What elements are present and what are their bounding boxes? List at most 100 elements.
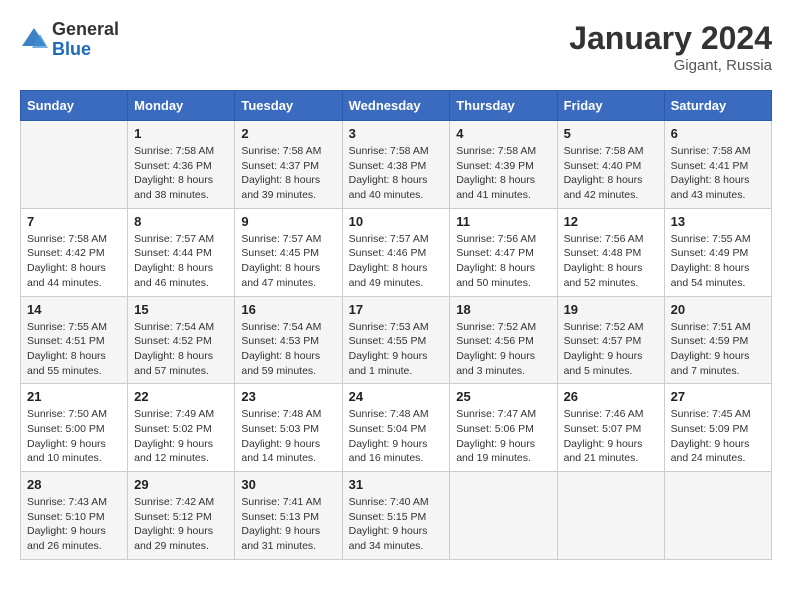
calendar-cell: 31Sunrise: 7:40 AMSunset: 5:15 PMDayligh… — [342, 472, 450, 560]
day-number: 28 — [27, 477, 121, 492]
calendar-cell: 25Sunrise: 7:47 AMSunset: 5:06 PMDayligh… — [450, 384, 557, 472]
day-number: 4 — [456, 126, 550, 141]
day-number: 24 — [349, 389, 444, 404]
day-number: 18 — [456, 302, 550, 317]
weekday-header-sunday: Sunday — [21, 91, 128, 121]
day-number: 23 — [241, 389, 335, 404]
day-info: Sunrise: 7:58 AMSunset: 4:39 PMDaylight:… — [456, 144, 550, 203]
day-number: 8 — [134, 214, 228, 229]
day-number: 12 — [564, 214, 658, 229]
calendar-cell: 17 Sunrise: 7:53 AMSunset: 4:55 PMDayligh… — [342, 296, 450, 384]
day-info: Sunrise: 7:58 AMSunset: 4:38 PMDaylight:… — [349, 144, 444, 203]
calendar-cell: 3 Sunrise: 7:58 AMSunset: 4:38 PMDaylight… — [342, 121, 450, 209]
weekday-header-wednesday: Wednesday — [342, 91, 450, 121]
day-info: Sunrise: 7:54 AMSunset: 4:53 PMDaylight:… — [241, 320, 335, 379]
calendar-cell: 6 Sunrise: 7:58 AMSunset: 4:41 PMDaylight… — [664, 121, 771, 209]
day-info: Sunrise: 7:56 AMSunset: 4:48 PMDaylight:… — [564, 232, 658, 291]
day-info: Sunrise: 7:46 AMSunset: 5:07 PMDaylight:… — [564, 407, 658, 466]
calendar-cell — [664, 472, 771, 560]
day-number: 9 — [241, 214, 335, 229]
calendar-cell — [450, 472, 557, 560]
title-block: January 2024 Gigant, Russia — [569, 20, 772, 74]
calendar-cell: 4 Sunrise: 7:58 AMSunset: 4:39 PMDaylight… — [450, 121, 557, 209]
day-number: 26 — [564, 389, 658, 404]
calendar-cell: 12 Sunrise: 7:56 AMSunset: 4:48 PMDayligh… — [557, 208, 664, 296]
day-info: Sunrise: 7:52 AMSunset: 4:57 PMDaylight:… — [564, 320, 658, 379]
header: General Blue January 2024 Gigant, Russia — [20, 20, 772, 74]
logo-icon — [20, 26, 48, 54]
day-info: Sunrise: 7:58 AMSunset: 4:36 PMDaylight:… — [134, 144, 228, 203]
calendar-container: General Blue January 2024 Gigant, Russia… — [0, 0, 792, 570]
day-info: Sunrise: 7:41 AMSunset: 5:13 PMDaylight:… — [241, 495, 335, 554]
day-info: Sunrise: 7:48 AMSunset: 5:04 PMDaylight:… — [349, 407, 444, 466]
calendar-week-row: 21 Sunrise: 7:50 AMSunset: 5:00 PMDayligh… — [21, 384, 772, 472]
day-info: Sunrise: 7:48 AMSunset: 5:03 PMDaylight:… — [241, 407, 335, 466]
calendar-cell: 23 Sunrise: 7:48 AMSunset: 5:03 PMDayligh… — [235, 384, 342, 472]
calendar-table: SundayMondayTuesdayWednesdayThursdayFrid… — [20, 90, 772, 560]
logo-blue: Blue — [52, 40, 119, 60]
day-info: Sunrise: 7:50 AMSunset: 5:00 PMDaylight:… — [27, 407, 121, 466]
calendar-week-row: 1 Sunrise: 7:58 AMSunset: 4:36 PMDaylight… — [21, 121, 772, 209]
day-number: 6 — [671, 126, 765, 141]
location: Gigant, Russia — [569, 57, 772, 74]
calendar-cell: 15Sunrise: 7:54 AMSunset: 4:52 PMDayligh… — [128, 296, 235, 384]
day-number: 14 — [27, 302, 121, 317]
calendar-cell: 20 Sunrise: 7:51 AMSunset: 4:59 PMDayligh… — [664, 296, 771, 384]
day-info: Sunrise: 7:53 AMSunset: 4:55 PMDaylight:… — [349, 320, 444, 379]
day-number: 17 — [349, 302, 444, 317]
logo-text: General Blue — [52, 20, 119, 60]
calendar-cell: 24 Sunrise: 7:48 AMSunset: 5:04 PMDayligh… — [342, 384, 450, 472]
calendar-cell: 19 Sunrise: 7:52 AMSunset: 4:57 PMDayligh… — [557, 296, 664, 384]
weekday-header-tuesday: Tuesday — [235, 91, 342, 121]
logo: General Blue — [20, 20, 119, 60]
day-info: Sunrise: 7:58 AMSunset: 4:41 PMDaylight:… — [671, 144, 765, 203]
calendar-cell: 7 Sunrise: 7:58 AMSunset: 4:42 PMDaylight… — [21, 208, 128, 296]
day-number: 21 — [27, 389, 121, 404]
calendar-cell: 10 Sunrise: 7:57 AMSunset: 4:46 PMDayligh… — [342, 208, 450, 296]
day-info: Sunrise: 7:58 AMSunset: 4:42 PMDaylight:… — [27, 232, 121, 291]
calendar-cell: 18Sunrise: 7:52 AMSunset: 4:56 PMDayligh… — [450, 296, 557, 384]
day-number: 20 — [671, 302, 765, 317]
calendar-cell: 8 Sunrise: 7:57 AMSunset: 4:44 PMDaylight… — [128, 208, 235, 296]
day-number: 22 — [134, 389, 228, 404]
calendar-cell: 13 Sunrise: 7:55 AMSunset: 4:49 PMDayligh… — [664, 208, 771, 296]
day-info: Sunrise: 7:57 AMSunset: 4:46 PMDaylight:… — [349, 232, 444, 291]
day-info: Sunrise: 7:42 AMSunset: 5:12 PMDaylight:… — [134, 495, 228, 554]
day-number: 13 — [671, 214, 765, 229]
day-number: 27 — [671, 389, 765, 404]
day-info: Sunrise: 7:58 AMSunset: 4:40 PMDaylight:… — [564, 144, 658, 203]
day-number: 7 — [27, 214, 121, 229]
day-number: 10 — [349, 214, 444, 229]
day-number: 1 — [134, 126, 228, 141]
day-number: 25 — [456, 389, 550, 404]
weekday-header-friday: Friday — [557, 91, 664, 121]
day-number: 2 — [241, 126, 335, 141]
day-info: Sunrise: 7:58 AMSunset: 4:37 PMDaylight:… — [241, 144, 335, 203]
calendar-cell: 1 Sunrise: 7:58 AMSunset: 4:36 PMDaylight… — [128, 121, 235, 209]
calendar-cell: 26 Sunrise: 7:46 AMSunset: 5:07 PMDayligh… — [557, 384, 664, 472]
day-number: 19 — [564, 302, 658, 317]
day-info: Sunrise: 7:40 AMSunset: 5:15 PMDaylight:… — [349, 495, 444, 554]
weekday-header-thursday: Thursday — [450, 91, 557, 121]
weekday-header-saturday: Saturday — [664, 91, 771, 121]
calendar-week-row: 14Sunrise: 7:55 AMSunset: 4:51 PMDayligh… — [21, 296, 772, 384]
day-info: Sunrise: 7:43 AMSunset: 5:10 PMDaylight:… — [27, 495, 121, 554]
calendar-cell: 28 Sunrise: 7:43 AMSunset: 5:10 PMDayligh… — [21, 472, 128, 560]
day-info: Sunrise: 7:51 AMSunset: 4:59 PMDaylight:… — [671, 320, 765, 379]
day-number: 11 — [456, 214, 550, 229]
day-number: 3 — [349, 126, 444, 141]
day-number: 16 — [241, 302, 335, 317]
calendar-week-row: 28 Sunrise: 7:43 AMSunset: 5:10 PMDayligh… — [21, 472, 772, 560]
day-number: 30 — [241, 477, 335, 492]
day-number: 15 — [134, 302, 228, 317]
calendar-cell: 27Sunrise: 7:45 AMSunset: 5:09 PMDayligh… — [664, 384, 771, 472]
calendar-cell — [557, 472, 664, 560]
day-info: Sunrise: 7:57 AMSunset: 4:44 PMDaylight:… — [134, 232, 228, 291]
month-title: January 2024 — [569, 20, 772, 57]
calendar-cell: 22 Sunrise: 7:49 AMSunset: 5:02 PMDayligh… — [128, 384, 235, 472]
weekday-header-row: SundayMondayTuesdayWednesdayThursdayFrid… — [21, 91, 772, 121]
day-info: Sunrise: 7:55 AMSunset: 4:49 PMDaylight:… — [671, 232, 765, 291]
day-info: Sunrise: 7:49 AMSunset: 5:02 PMDaylight:… — [134, 407, 228, 466]
day-number: 29 — [134, 477, 228, 492]
weekday-header-monday: Monday — [128, 91, 235, 121]
